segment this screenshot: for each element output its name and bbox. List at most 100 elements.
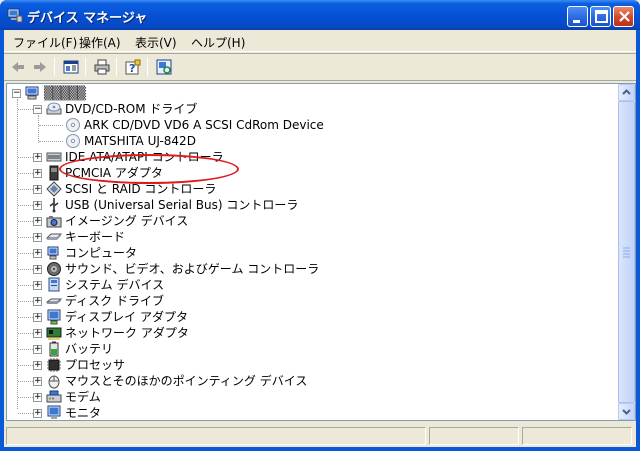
toolbar-separator xyxy=(147,58,148,76)
tree-guide-line xyxy=(18,381,33,382)
status-pane-main xyxy=(6,427,426,445)
cdrom-drive-icon xyxy=(46,102,62,115)
print-button[interactable] xyxy=(91,57,113,77)
category-expand-toggle[interactable]: + xyxy=(33,185,42,194)
tree-category-item[interactable]: バッテリ xyxy=(46,341,113,357)
tree-root-computer[interactable]: ▒▒▒▒▒ xyxy=(25,85,86,101)
tree-category-item[interactable]: USB (Universal Serial Bus) コントローラ xyxy=(46,197,298,213)
tree-guide-line xyxy=(38,115,39,143)
category-expand-toggle[interactable]: + xyxy=(33,281,42,290)
computer-category-icon xyxy=(47,246,59,260)
tree-category-item[interactable]: イメージング デバイス xyxy=(46,213,188,229)
category-expand-toggle[interactable]: + xyxy=(33,409,42,418)
minimize-icon xyxy=(573,20,580,23)
menu-file[interactable]: ファイル(F) xyxy=(13,34,77,51)
maximize-icon xyxy=(595,10,608,23)
category-expand-toggle[interactable]: + xyxy=(33,297,42,306)
tree-guide-line xyxy=(18,301,33,302)
client-area: ファイル(F) 操作(A) 表示(V) ヘルプ(H) ? − ▒▒▒▒▒ − D… xyxy=(4,30,636,447)
vertical-scrollbar[interactable] xyxy=(618,84,635,420)
dvd-collapse-toggle[interactable]: − xyxy=(33,105,42,114)
network-adapter-icon xyxy=(46,327,62,340)
tree-category-item[interactable]: キーボード xyxy=(46,229,125,245)
maximize-button[interactable] xyxy=(590,6,611,27)
status-pane-2 xyxy=(429,427,519,445)
category-expand-toggle[interactable]: + xyxy=(33,169,42,178)
scroll-thumb[interactable] xyxy=(618,101,635,403)
tree-guide-line xyxy=(18,285,33,286)
root-collapse-toggle[interactable]: − xyxy=(12,89,21,98)
tree-guide-line xyxy=(18,205,33,206)
tree-category-item[interactable]: SCSI と RAID コントローラ xyxy=(46,181,216,197)
tree-category-item[interactable]: コンピュータ xyxy=(46,245,137,261)
category-expand-toggle[interactable]: + xyxy=(33,201,42,210)
scroll-up-button[interactable] xyxy=(618,84,635,101)
forward-arrow-icon xyxy=(34,62,46,72)
toolbar-separator xyxy=(54,58,55,76)
category-expand-toggle[interactable]: + xyxy=(33,233,42,242)
category-expand-toggle[interactable]: + xyxy=(33,361,42,370)
close-button[interactable] xyxy=(613,6,634,27)
scroll-down-button[interactable] xyxy=(618,403,635,420)
category-label: ディスク ドライブ xyxy=(65,294,164,308)
tree-device-ark-cdrom[interactable]: ARK CD/DVD VD6 A SCSI CdRom Device xyxy=(65,117,324,133)
category-expand-toggle[interactable]: + xyxy=(33,345,42,354)
tree-category-item[interactable]: IDE ATA/ATAPI コントローラ xyxy=(46,149,224,165)
tree-category-item[interactable]: モニタ xyxy=(46,405,101,420)
tree-category-item[interactable]: マウスとそのほかのポインティング デバイス xyxy=(46,373,307,389)
properties-view-icon xyxy=(63,60,79,74)
properties-view-button[interactable] xyxy=(60,57,82,77)
window-title: デバイス マネージャ xyxy=(27,11,148,26)
menu-action[interactable]: 操作(A) xyxy=(79,34,121,51)
device-manager-icon xyxy=(7,8,23,23)
tree-guide-line xyxy=(18,269,33,270)
category-expand-toggle[interactable]: + xyxy=(33,313,42,322)
tree-category-item[interactable]: ディスク ドライブ xyxy=(46,293,164,309)
scan-hardware-button[interactable] xyxy=(153,57,175,77)
tree-guide-line xyxy=(18,109,33,110)
tree-guide-line xyxy=(39,141,63,142)
tree-category-item[interactable]: PCMCIA アダプタ xyxy=(46,165,163,181)
menu-view[interactable]: 表示(V) xyxy=(135,34,177,51)
category-label: システム デバイス xyxy=(65,278,165,292)
help-button[interactable]: ? xyxy=(122,57,144,77)
menu-help[interactable]: ヘルプ(H) xyxy=(191,34,245,51)
tree-category-dvd[interactable]: DVD/CD-ROM ドライブ xyxy=(46,101,197,117)
minimize-button[interactable] xyxy=(567,6,588,27)
category-label: モデム xyxy=(65,390,101,404)
category-expand-toggle[interactable]: + xyxy=(33,265,42,274)
tree-category-item[interactable]: サウンド、ビデオ、およびゲーム コントローラ xyxy=(46,261,319,277)
menu-bar: ファイル(F) 操作(A) 表示(V) ヘルプ(H) xyxy=(4,30,636,52)
category-expand-toggle[interactable]: + xyxy=(33,329,42,338)
tree-guide-line xyxy=(18,365,33,366)
tree-category-item[interactable]: ディスプレイ アダプタ xyxy=(46,309,188,325)
tree-guide-line xyxy=(18,317,33,318)
chevron-up-icon xyxy=(622,89,631,95)
category-label: PCMCIA アダプタ xyxy=(65,166,163,180)
tree-category-item[interactable]: プロセッサ xyxy=(46,357,125,373)
tree-category-item[interactable]: モデム xyxy=(46,389,101,405)
help-icon: ? xyxy=(125,59,141,75)
category-expand-toggle[interactable]: + xyxy=(33,249,42,258)
category-label: プロセッサ xyxy=(65,358,126,372)
title-bar[interactable]: デバイス マネージャ xyxy=(0,0,640,30)
tree-guide-line xyxy=(18,221,33,222)
tree-guide-line xyxy=(18,253,33,254)
tree-category-item[interactable]: ネットワーク アダプタ xyxy=(46,325,189,341)
processor-icon xyxy=(47,358,61,372)
category-expand-toggle[interactable]: + xyxy=(33,393,42,402)
category-expand-toggle[interactable]: + xyxy=(33,153,42,162)
monitor-icon xyxy=(47,405,61,419)
back-button[interactable] xyxy=(7,57,29,77)
svg-text:?: ? xyxy=(129,62,135,75)
forward-button[interactable] xyxy=(29,57,51,77)
battery-icon xyxy=(49,341,59,357)
scan-hardware-icon xyxy=(156,59,172,75)
tree-category-item[interactable]: システム デバイス xyxy=(46,277,164,293)
matshita-label: MATSHITA UJ-842D xyxy=(84,134,196,148)
category-expand-toggle[interactable]: + xyxy=(33,217,42,226)
device-tree[interactable]: − ▒▒▒▒▒ − DVD/CD-ROM ドライブ ARK CD/DVD VD6… xyxy=(6,83,636,421)
category-expand-toggle[interactable]: + xyxy=(33,377,42,386)
tree-guide-line xyxy=(17,99,18,409)
tree-device-matshita[interactable]: MATSHITA UJ-842D xyxy=(65,133,196,149)
